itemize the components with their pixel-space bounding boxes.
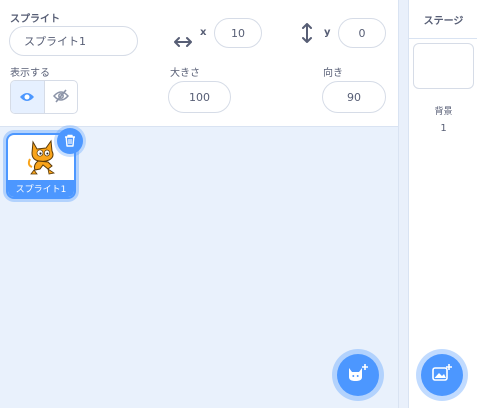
sprite-name-field[interactable]: スプライト1 [9, 26, 138, 56]
direction-label: 向き [323, 68, 343, 79]
eye-slash-icon [52, 88, 69, 107]
sprite-label: スプライト [10, 14, 60, 25]
backdrop-label: 背景 [434, 107, 453, 117]
size-input[interactable]: 100 [168, 81, 231, 113]
stage-title: ステージ [409, 0, 477, 39]
visibility-toggle-group [10, 80, 78, 114]
cat-plus-icon [347, 363, 369, 387]
horizontal-arrows-icon [174, 33, 192, 52]
size-label: 大きさ [170, 68, 200, 79]
show-label: 表示する [10, 68, 50, 79]
vertical-arrows-icon [301, 23, 313, 47]
x-input[interactable]: 10 [214, 18, 262, 48]
direction-input[interactable]: 90 [322, 81, 386, 113]
add-sprite-button[interactable] [337, 354, 379, 396]
sprite-info-panel: スプライト スプライト1 x 10 y 0 表示する 大きさ 100 向き 90 [0, 0, 398, 127]
hide-button[interactable] [45, 81, 78, 113]
image-plus-icon [431, 363, 453, 387]
add-backdrop-button[interactable] [421, 354, 463, 396]
stage-pane: ステージ 背景 1 [408, 0, 477, 408]
pane-gap [399, 0, 408, 408]
y-label: y [324, 27, 331, 38]
sprite-tile-name: スプライト1 [8, 180, 74, 197]
stage-thumbnail[interactable] [413, 43, 474, 89]
show-button[interactable] [11, 81, 45, 113]
eye-icon [19, 88, 35, 107]
trash-icon [64, 132, 76, 151]
delete-sprite-button[interactable] [57, 128, 83, 154]
y-input[interactable]: 0 [338, 18, 386, 48]
cat-sprite-thumbnail [27, 139, 57, 181]
backdrop-count: 1 [440, 123, 447, 134]
x-label: x [200, 27, 207, 38]
